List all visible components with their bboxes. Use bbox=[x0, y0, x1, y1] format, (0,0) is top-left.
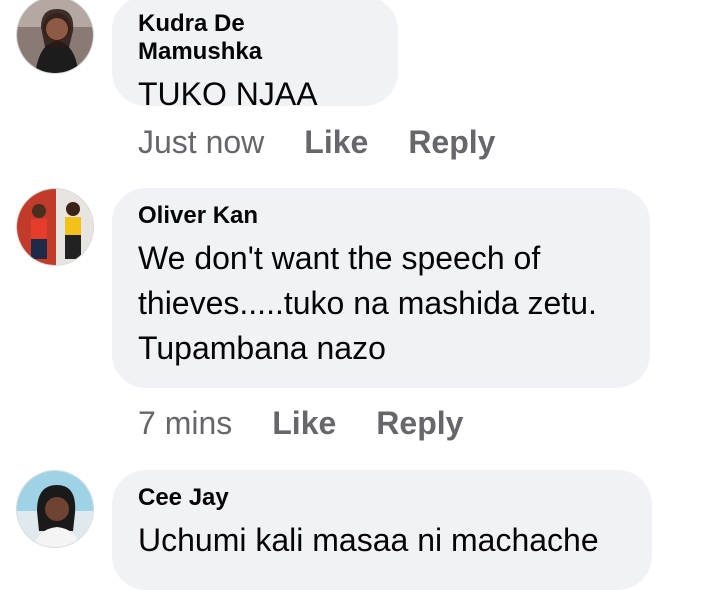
comment-author[interactable]: Cee Jay bbox=[138, 484, 626, 512]
comment-author[interactable]: Kudra De Mamushka bbox=[138, 10, 372, 66]
avatar[interactable] bbox=[16, 0, 94, 74]
comment-timestamp[interactable]: Just now bbox=[138, 123, 264, 161]
like-button[interactable]: Like bbox=[272, 404, 336, 442]
comment-text: TUKO NJAA bbox=[138, 76, 318, 112]
comment-bubble: Kudra De Mamushka TUKO NJAA bbox=[112, 0, 398, 112]
reply-button[interactable]: Reply bbox=[376, 404, 463, 442]
comment-timestamp[interactable]: 7 mins bbox=[138, 404, 232, 442]
reply-button[interactable]: Reply bbox=[408, 123, 495, 161]
comment-actions: 7 mins Like Reply bbox=[138, 404, 503, 442]
like-button[interactable]: Like bbox=[304, 123, 368, 161]
comment-bubble: Cee Jay Uchumi kali masaa ni machache bbox=[112, 470, 652, 590]
avatar[interactable] bbox=[16, 470, 94, 548]
comment-actions: Just now Like Reply bbox=[138, 123, 535, 161]
comment-text: Uchumi kali masaa ni machache bbox=[138, 522, 599, 558]
comment-bubble: Oliver Kan We don't want the speech of t… bbox=[112, 188, 650, 388]
avatar[interactable] bbox=[16, 188, 94, 266]
comment-author[interactable]: Oliver Kan bbox=[138, 202, 624, 230]
comment-text: We don't want the speech of thieves.....… bbox=[138, 240, 597, 366]
